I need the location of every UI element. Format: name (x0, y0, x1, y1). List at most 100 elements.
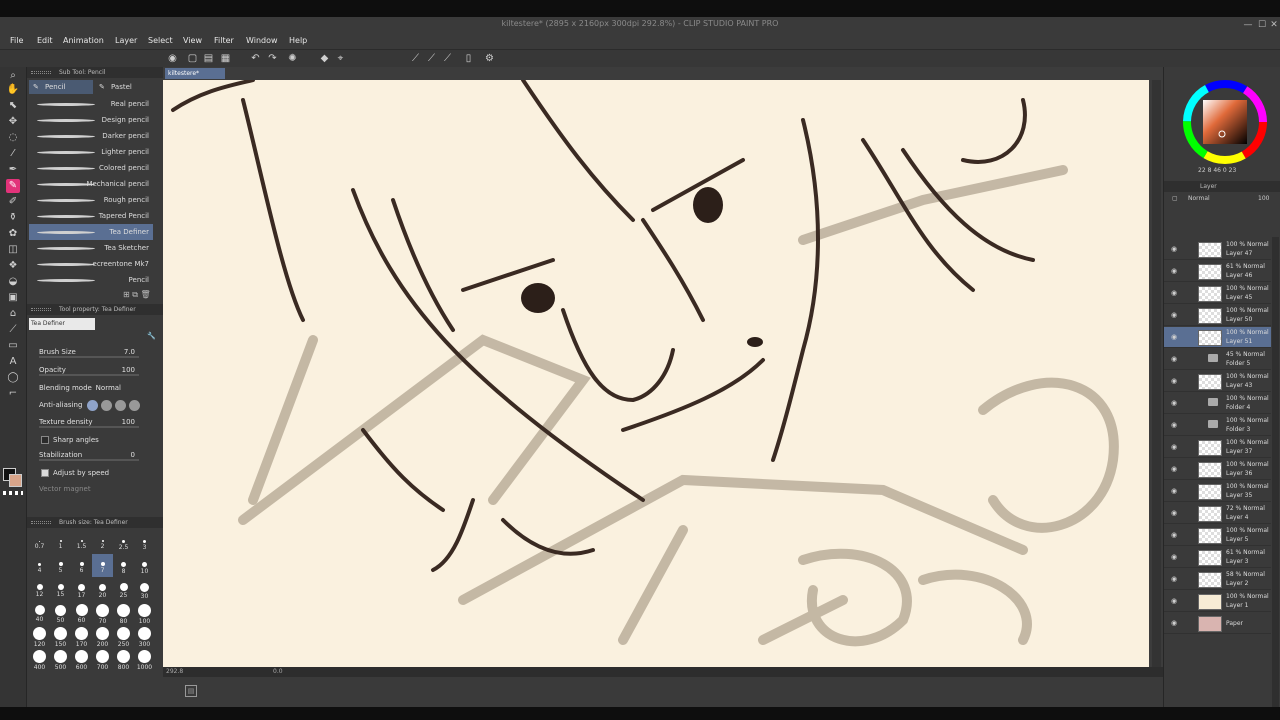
aa-weak-option[interactable] (101, 400, 112, 411)
brush-item[interactable]: Real pencil (29, 96, 153, 112)
brush-size-option[interactable]: 12 (29, 577, 50, 600)
layer-row[interactable]: ◉ 100 % Normal Layer 51 (1164, 327, 1271, 348)
layer-row[interactable]: ◉ 61 % Normal Layer 46 (1164, 261, 1271, 282)
brush-size-option[interactable]: 100 (134, 600, 155, 625)
canvas-tab[interactable]: kiltestere* (165, 68, 225, 79)
sub-tool-settings-icon[interactable]: ⊞ (123, 290, 130, 299)
menu-window[interactable]: Window (246, 36, 278, 45)
visibility-eye-icon[interactable]: ◉ (1171, 289, 1179, 297)
brush-size-option[interactable]: 80 (113, 600, 134, 625)
layer-row[interactable]: ◉ 100 % Normal Layer 43 (1164, 371, 1271, 392)
brush-size-option[interactable]: 20 (92, 577, 113, 600)
layer-row[interactable]: ◉ 100 % Normal Folder 3 (1164, 415, 1271, 436)
brush-size-option[interactable]: 1000 (134, 646, 155, 671)
text-icon[interactable]: A (6, 355, 20, 369)
brush-size-option[interactable]: 700 (92, 646, 113, 671)
brush-size-option[interactable]: 600 (71, 646, 92, 671)
aa-medium-option[interactable] (115, 400, 126, 411)
maximize-icon[interactable]: ☐ (1256, 19, 1268, 31)
special-ruler-icon[interactable]: ⟋ (425, 52, 438, 65)
brush-item[interactable]: Tea Definer (29, 224, 153, 240)
close-icon[interactable]: ✕ (1268, 19, 1280, 31)
opacity-row[interactable]: Opacity 100 (29, 363, 149, 378)
visibility-eye-icon[interactable]: ◉ (1171, 311, 1179, 319)
brush-item[interactable]: Tea Sketcher (29, 240, 153, 256)
drawing-canvas[interactable] (163, 80, 1149, 667)
brush-size-option[interactable]: 1 (50, 531, 71, 554)
grid-snap-icon[interactable]: ⟋ (441, 52, 454, 65)
transparent-color-icon[interactable] (3, 491, 23, 495)
menu-edit[interactable]: Edit (37, 36, 53, 45)
brush-size-option[interactable]: 30 (134, 577, 155, 600)
sharp-angles-checkbox[interactable] (41, 436, 49, 444)
adjust-by-speed-row[interactable]: Adjust by speed (29, 466, 149, 481)
delete-sub-tool-icon[interactable]: 🗑 (141, 290, 151, 299)
layer-blend-mode-select[interactable]: Normal (1188, 195, 1210, 202)
brush-size-option[interactable]: 120 (29, 623, 50, 648)
brush-size-option[interactable]: 6 (71, 554, 92, 577)
layer-row[interactable]: ◉ 100 % Normal Layer 5 (1164, 525, 1271, 546)
gradient-icon[interactable]: ▣ (6, 291, 20, 305)
brush-size-row[interactable]: Brush Size 7.0 (29, 345, 149, 360)
visibility-eye-icon[interactable]: ◉ (1171, 421, 1179, 429)
layer-row[interactable]: ◉ 100 % Normal Layer 35 (1164, 481, 1271, 502)
brush-size-option[interactable]: 17 (71, 577, 92, 600)
layer-row[interactable]: ◉ 58 % Normal Layer 2 (1164, 569, 1271, 590)
airbrush-icon[interactable]: ⚱ (6, 211, 20, 225)
layer-mode-icon[interactable]: ▢ (1172, 195, 1178, 202)
layer-row[interactable]: ◉ 100 % Normal Layer 47 (1164, 239, 1271, 260)
canvas-vertical-scrollbar[interactable] (1152, 80, 1161, 667)
layer-row[interactable]: ◉ 72 % Normal Layer 4 (1164, 503, 1271, 524)
layer-row[interactable]: ◉ 61 % Normal Layer 3 (1164, 547, 1271, 568)
redo-icon[interactable]: ↷ (266, 52, 279, 65)
pen-icon[interactable]: ✒ (6, 163, 20, 177)
brush-item[interactable]: Pencil (29, 272, 153, 288)
visibility-eye-icon[interactable]: ◉ (1171, 267, 1179, 275)
blend-icon[interactable]: ❖ (6, 259, 20, 273)
brush-item[interactable]: Design pencil (29, 112, 153, 128)
menu-animation[interactable]: Animation (63, 36, 104, 45)
zoom-readout[interactable]: 292.8 (166, 668, 183, 675)
undo-icon[interactable]: ↶ (249, 52, 262, 65)
pencil-icon[interactable]: ✎ (6, 179, 20, 193)
settings-icon[interactable]: ⚙ (483, 52, 496, 65)
visibility-eye-icon[interactable]: ◉ (1171, 487, 1179, 495)
layer-row[interactable]: ◉ 45 % Normal Folder 5 (1164, 349, 1271, 370)
transform-icon[interactable]: ⌖ (334, 52, 347, 65)
visibility-eye-icon[interactable]: ◉ (1171, 245, 1179, 253)
layer-row[interactable]: ◉ 100 % Normal Layer 37 (1164, 437, 1271, 458)
frame-icon[interactable]: ▭ (6, 339, 20, 353)
color-wheel[interactable] (1182, 79, 1268, 165)
saturation-value-square[interactable] (1203, 100, 1247, 144)
brush-size-option[interactable]: 8 (113, 554, 134, 577)
brush-size-option[interactable]: 70 (92, 600, 113, 625)
brush-item[interactable]: Rough pencil (29, 192, 153, 208)
blending-mode-row[interactable]: Blending mode Normal (29, 381, 149, 396)
brush-item[interactable]: Lighter pencil (29, 144, 153, 160)
blending-mode-select[interactable]: Normal (96, 384, 121, 392)
visibility-eye-icon[interactable]: ◉ (1171, 531, 1179, 539)
clip-studio-icon[interactable]: ◉ (166, 52, 179, 65)
layer-scrollbar[interactable] (1272, 237, 1279, 707)
visibility-eye-icon[interactable]: ◉ (1171, 553, 1179, 561)
brush-icon[interactable]: ✐ (6, 195, 20, 209)
save-icon[interactable]: ▦ (219, 52, 232, 65)
eyedropper-icon[interactable]: ⁄ (6, 147, 20, 161)
brush-item[interactable]: ecreentone Mk7 (29, 256, 153, 272)
layer-row[interactable]: ◉ 100 % Normal Layer 45 (1164, 283, 1271, 304)
brush-size-option[interactable]: 2 (92, 531, 113, 554)
visibility-eye-icon[interactable]: ◉ (1171, 399, 1179, 407)
brush-size-option[interactable]: 5 (50, 554, 71, 577)
brush-item[interactable]: Darker pencil (29, 128, 153, 144)
brush-item[interactable]: Mechanical pencil (29, 176, 153, 192)
eraser-icon[interactable]: ◫ (6, 243, 20, 257)
loading-icon[interactable]: ✺ (286, 52, 299, 65)
aa-strong-option[interactable] (129, 400, 140, 411)
brush-size-option[interactable]: 7 (92, 554, 113, 577)
brush-size-option[interactable]: 3 (134, 531, 155, 554)
brush-size-option[interactable]: 60 (71, 600, 92, 624)
lasso-icon[interactable]: ◌ (6, 131, 20, 145)
layer-row[interactable]: ◉ 100 % Normal Layer 50 (1164, 305, 1271, 326)
texture-density-slider[interactable] (39, 426, 139, 428)
brush-item[interactable]: Colored pencil (29, 160, 153, 176)
